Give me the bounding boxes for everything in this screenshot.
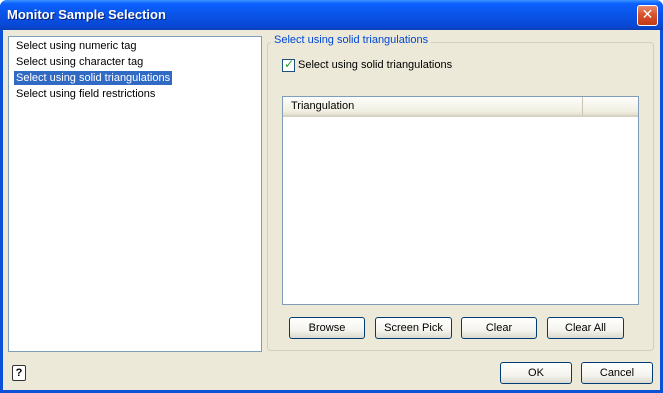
checkbox-label: Select using solid triangulations	[298, 59, 453, 71]
use-triangulations-checkbox[interactable]: ✓	[282, 57, 295, 72]
dialog-window: Monitor Sample Selection ✕ Select using …	[0, 0, 663, 393]
list-item-label: Select using field restrictions	[16, 88, 156, 100]
close-icon: ✕	[641, 7, 654, 23]
list-item-label: Select using numeric tag	[16, 40, 137, 52]
list-item-label: Select using character tag	[16, 56, 144, 68]
column-header-filler	[583, 97, 638, 115]
triangulation-table[interactable]: Triangulation	[282, 96, 639, 305]
list-item-character-tag[interactable]: Select using character tag	[14, 55, 145, 69]
clear-button[interactable]: Clear	[461, 317, 537, 339]
list-item-solid-triangulations[interactable]: Select using solid triangulations	[14, 71, 173, 85]
screen-pick-button[interactable]: Screen Pick	[375, 317, 452, 339]
list-item-numeric-tag[interactable]: Select using numeric tag	[14, 39, 138, 53]
list-item-label: Select using solid triangulations	[16, 72, 171, 84]
column-header-triangulation[interactable]: Triangulation	[283, 97, 583, 115]
help-icon[interactable]: ?	[12, 365, 26, 381]
list-item-field-restrictions[interactable]: Select using field restrictions	[14, 87, 157, 101]
close-button[interactable]: ✕	[637, 5, 658, 26]
group-legend: Select using solid triangulations	[271, 34, 432, 46]
dialog-body: Select using numeric tag Select using ch…	[3, 30, 660, 390]
clear-all-button[interactable]: Clear All	[547, 317, 624, 339]
window-title: Monitor Sample Selection	[7, 7, 166, 22]
selection-method-list[interactable]: Select using numeric tag Select using ch…	[8, 36, 262, 352]
browse-button[interactable]: Browse	[289, 317, 365, 339]
title-bar[interactable]: Monitor Sample Selection ✕	[0, 0, 663, 30]
table-header: Triangulation	[283, 97, 638, 117]
cancel-button[interactable]: Cancel	[581, 362, 653, 384]
ok-button[interactable]: OK	[500, 362, 572, 384]
checkmark-icon: ✓	[284, 57, 295, 71]
